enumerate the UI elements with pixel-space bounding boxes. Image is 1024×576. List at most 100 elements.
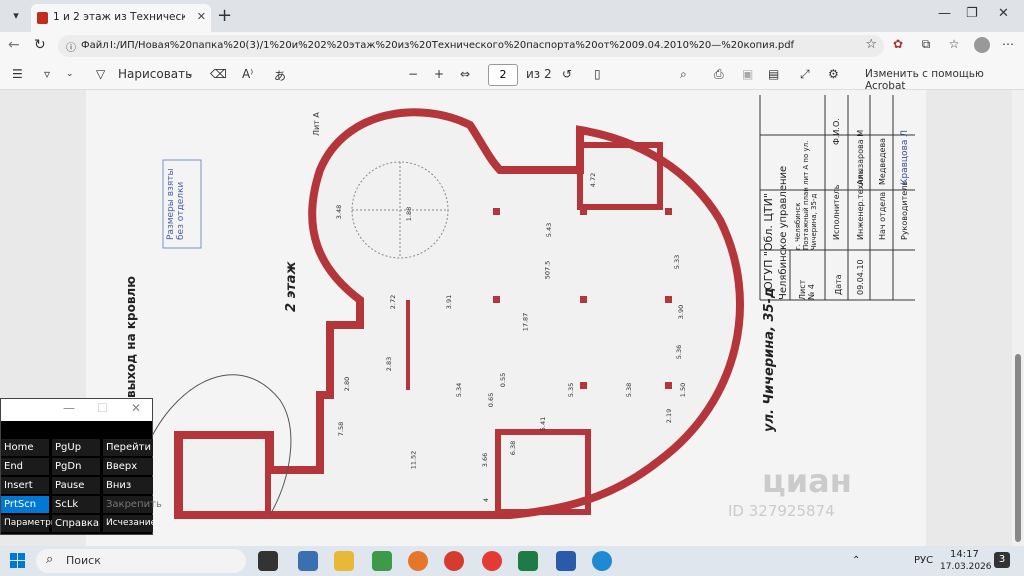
stamp-executor: Исполнитель [832, 184, 841, 240]
tab-actions-menu-button[interactable]: ▾ [6, 6, 26, 26]
dimension-label: 3.48 [335, 204, 344, 220]
dimension-label: 11.52 [409, 450, 418, 470]
page-number-input[interactable]: 2 [488, 64, 518, 86]
file-info-icon[interactable]: ⓘ [66, 39, 76, 54]
dimension-label: 4.72 [589, 172, 598, 188]
file-explorer-icon[interactable] [334, 551, 354, 571]
back-icon[interactable]: ← [8, 37, 20, 53]
stamp-dept: Челябинское управление [778, 165, 789, 300]
rotate-icon[interactable]: ↺ [562, 67, 572, 81]
osk-titlebar: — ☐ ✕ [1, 399, 152, 421]
draw-icon[interactable]: ▽ [96, 67, 105, 81]
task-view-icon[interactable] [258, 551, 278, 571]
save-as-icon[interactable]: ▤ [768, 67, 779, 81]
tab-strip: ▾ 1 и 2 этаж из Технического паспо ✕ + —… [0, 0, 1024, 32]
zoom-in-icon[interactable]: + [434, 67, 444, 81]
scrollbar-thumb[interactable] [1015, 354, 1021, 542]
clock-time[interactable]: 14:17 [950, 549, 979, 560]
favorite-star-icon[interactable]: ☆ [865, 37, 877, 52]
osk-key[interactable]: ScLk [52, 496, 100, 513]
osk-key[interactable]: PgUp [52, 439, 100, 456]
edit-in-acrobat-button[interactable]: Изменить с помощью Acrobat [865, 68, 1024, 92]
floor-title: 2 этаж [284, 261, 299, 312]
osk-key[interactable]: Перейти [103, 439, 153, 456]
osk-key[interactable]: Справка [52, 515, 100, 532]
print-icon[interactable]: ⎙ [714, 67, 724, 82]
dimension-label: 7.58 [337, 421, 346, 437]
app-icon[interactable] [556, 551, 576, 571]
translate-icon[interactable]: あ [274, 67, 286, 84]
osk-minimize-button[interactable]: — [63, 401, 75, 415]
profile-avatar[interactable] [974, 37, 990, 53]
refresh-icon[interactable]: ↻ [34, 37, 46, 53]
vertical-scrollbar[interactable] [1012, 90, 1024, 546]
osk-close-button[interactable]: ✕ [131, 401, 141, 415]
minimize-button[interactable]: — [938, 6, 951, 21]
app-icon[interactable] [408, 551, 428, 571]
osk-key[interactable]: Insert [1, 477, 49, 494]
watermark-id: ID 327925874 [728, 502, 835, 520]
address-field[interactable]: ⓘ Файл I:/ИП/Новая%20папка%20(3)/1%20и%2… [58, 35, 884, 57]
new-tab-button[interactable]: + [217, 5, 232, 26]
zoom-out-icon[interactable]: − [408, 67, 418, 81]
dimension-label: 0.65 [487, 392, 496, 408]
more-menu-icon[interactable]: ⋯ [1000, 37, 1016, 53]
yandex-browser-icon[interactable] [482, 551, 502, 571]
close-window-button[interactable]: ✕ [998, 6, 1009, 21]
read-aloud-icon[interactable]: A⁾ [242, 67, 253, 81]
settings-gear-icon[interactable]: ⚙ [828, 67, 839, 81]
dimensions-note: Размеры взяты без отделки [166, 168, 186, 240]
osk-key[interactable]: Параметры [1, 515, 58, 532]
stamp-fio: Ф.И.О. [832, 118, 841, 145]
osk-key[interactable]: Исчезание [103, 515, 156, 532]
active-tab[interactable]: 1 и 2 этаж из Технического паспо ✕ [31, 4, 211, 32]
dimension-label: 6.38 [509, 440, 518, 456]
stamp-name-2: Медведева [878, 137, 887, 185]
calculator-icon[interactable] [298, 551, 318, 571]
dimension-label: 1.88 [405, 206, 414, 222]
fit-width-icon[interactable]: ⇔ [460, 67, 470, 81]
contents-icon[interactable]: ☰ [12, 67, 23, 81]
chrome-icon[interactable] [444, 551, 464, 571]
osk-key[interactable]: PgDn [52, 458, 100, 475]
taskbar-search[interactable]: ⌕ Поиск [36, 549, 246, 573]
highlight-menu-chevron[interactable]: ⌄ [66, 69, 74, 79]
dimension-label: 5.34 [455, 382, 464, 398]
osk-key[interactable]: Home [1, 439, 49, 456]
search-icon[interactable]: ⌕ [680, 67, 687, 82]
stamp-name-1: Алызарова М [856, 129, 865, 185]
edge-icon[interactable] [592, 551, 612, 571]
language-indicator[interactable]: РУС [914, 555, 933, 566]
page-view-icon[interactable]: ▯ [594, 67, 601, 81]
osk-key[interactable]: Вниз [103, 477, 153, 494]
osk-key[interactable]: PrtScn [1, 496, 49, 513]
osk-maximize-button[interactable]: ☐ [97, 401, 108, 415]
app-icon[interactable] [372, 551, 392, 571]
start-button[interactable] [10, 553, 26, 569]
osk-key[interactable]: Закрепить [103, 496, 162, 513]
draw-menu-chevron[interactable]: ⌄ [186, 69, 194, 79]
close-tab-icon[interactable]: ✕ [197, 10, 206, 23]
extensions-puzzle-icon[interactable]: ⧉ [918, 37, 934, 53]
restore-button[interactable]: ❐ [966, 6, 978, 21]
excel-icon[interactable] [518, 551, 538, 571]
tray-overflow-icon[interactable]: ⌃ [852, 555, 860, 566]
save-icon[interactable]: ▣ [742, 67, 753, 81]
stamp-plan: Поэтажный план лит А по ул. Чичерина, 35… [802, 140, 818, 250]
dimension-label: 2.80 [343, 376, 352, 392]
favorites-icon[interactable]: ☆ [946, 37, 962, 53]
fullscreen-icon[interactable]: ⤢ [800, 67, 810, 82]
url-text[interactable]: I:/ИП/Новая%20папка%20(3)/1%20и%202%20эт… [110, 40, 794, 51]
stamp-chief: Нач отдела [878, 191, 887, 240]
osk-key[interactable]: Вверх [103, 458, 153, 475]
clock-date[interactable]: 17.03.2026 [940, 562, 992, 572]
osk-key[interactable]: End [1, 458, 49, 475]
dimension-label: 5.41 [539, 416, 548, 432]
notifications-badge[interactable]: 3 [994, 552, 1010, 568]
draw-button[interactable]: Нарисовать [118, 67, 192, 81]
highlight-icon[interactable]: ▿ [44, 67, 50, 81]
stamp-date: 09.04.10 [856, 259, 865, 295]
osk-key[interactable]: Pause [52, 477, 100, 494]
eraser-icon[interactable]: ⌫ [210, 67, 227, 81]
extension-icon[interactable]: ✿ [890, 37, 906, 53]
